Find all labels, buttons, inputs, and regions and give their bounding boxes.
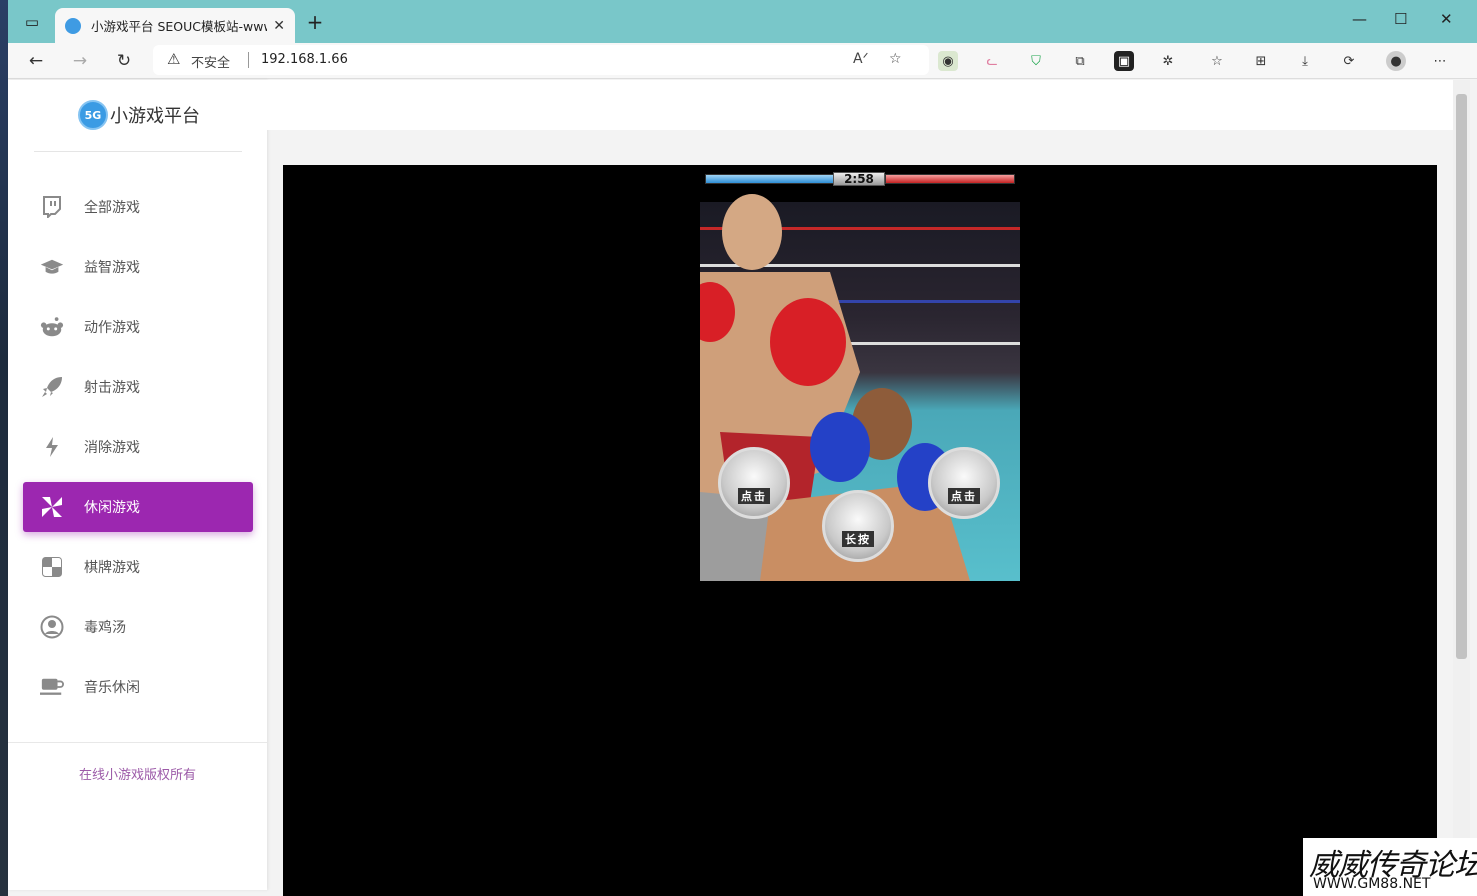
pinwheel-icon	[40, 495, 64, 519]
coffee-icon	[40, 675, 64, 699]
divider	[8, 742, 267, 743]
scrollbar-thumb[interactable]	[1456, 94, 1467, 659]
boxing-game-canvas[interactable]: 2:58 点击 点击 长按	[700, 172, 1020, 581]
logo-text: 小游戏平台	[110, 106, 200, 127]
sidebar-item-music[interactable]: 音乐休闲	[23, 662, 253, 712]
checker-icon	[40, 555, 64, 579]
player-health-bar	[705, 174, 835, 184]
divider	[248, 52, 249, 68]
watermark-url: WWW.GM88.NET	[1313, 876, 1431, 892]
url-text[interactable]: 192.168.1.66	[261, 52, 348, 67]
sidebar-item-board-games[interactable]: 棋牌游戏	[23, 542, 253, 592]
profile-avatar[interactable]: ●	[1386, 51, 1406, 71]
sidebar-item-match-games[interactable]: 消除游戏	[23, 422, 253, 472]
watermark: 威威传奇论坛 WWW.GM88.NET	[1303, 838, 1477, 896]
page-scrollbar[interactable]	[1453, 80, 1470, 896]
maximize-icon[interactable]: ☐	[1394, 10, 1407, 28]
new-tab-icon[interactable]: +	[305, 10, 325, 34]
left-punch-label: 点击	[738, 488, 770, 504]
sidebar-item-label: 全部游戏	[84, 200, 140, 216]
collections-icon[interactable]: ⊞	[1251, 51, 1271, 71]
sidebar-item-shooting-games[interactable]: 射击游戏	[23, 362, 253, 412]
sidebar-item-label: 益智游戏	[84, 260, 140, 276]
tab-title: 小游戏平台 SEOUC模板站-www.s	[91, 19, 268, 34]
more-menu-icon[interactable]: ⋯	[1430, 51, 1450, 71]
sidebar-item-label: 毒鸡汤	[84, 620, 126, 636]
copyright-footer: 在线小游戏版权所有	[78, 768, 196, 783]
extension-game-icon[interactable]: ▣	[1114, 51, 1134, 71]
add-favorite-icon[interactable]: ☆	[889, 51, 902, 67]
right-punch-label: 点击	[948, 488, 980, 504]
user-circle-icon	[40, 615, 64, 639]
game-frame[interactable]: 2:58 点击 点击 长按	[283, 165, 1437, 896]
sidebar-item-action-games[interactable]: 动作游戏	[23, 302, 253, 352]
sidebar-item-label: 消除游戏	[84, 440, 140, 456]
address-bar[interactable]: ⚠ 不安全 192.168.1.66 Aᐟ ☆	[153, 45, 929, 75]
timer-text: 2:58	[833, 172, 885, 186]
divider	[34, 151, 242, 152]
sidebar-item-label: 棋牌游戏	[84, 560, 140, 576]
twitch-icon	[40, 195, 64, 219]
sidebar-item-label: 音乐休闲	[84, 680, 140, 696]
opponent-health-bar	[885, 174, 1015, 184]
site-logo[interactable]: 5G 小游戏平台	[78, 100, 200, 130]
forward-icon[interactable]: →	[69, 50, 91, 72]
sidebar-item-label: 休闲游戏	[84, 500, 140, 516]
web-page: 5G 小游戏平台 全部游戏 益智游戏 动作游戏 射击游戏 消除游戏 休闲游戏 棋…	[8, 80, 1470, 896]
site-favicon-icon	[65, 17, 81, 34]
security-label[interactable]: 不安全	[191, 52, 230, 71]
page-header-strip	[267, 80, 1453, 130]
tab-actions-icon[interactable]: ▭	[22, 12, 42, 32]
extensions-puzzle-icon[interactable]: ✲	[1158, 51, 1178, 71]
logo-badge: 5G	[78, 100, 108, 130]
browser-window: ▭ 小游戏平台 SEOUC模板站-www.s ✕ + — ☐ ✕ ← → ↻ ⚠…	[8, 0, 1477, 896]
block-label: 长按	[842, 531, 874, 547]
block-button[interactable]: 长按	[822, 490, 894, 562]
warning-icon[interactable]: ⚠	[167, 50, 180, 68]
sidebar-item-label: 动作游戏	[84, 320, 140, 336]
reddit-icon	[40, 315, 64, 339]
sidebar-item-puzzle-games[interactable]: 益智游戏	[23, 242, 253, 292]
sidebar-item-label: 射击游戏	[84, 380, 140, 396]
extension-copy-icon[interactable]: ⧉	[1070, 51, 1090, 71]
right-punch-button[interactable]: 点击	[928, 447, 1000, 519]
bolt-icon	[40, 435, 64, 459]
graduation-cap-icon	[40, 255, 64, 279]
download-icon[interactable]: ⤓	[1295, 51, 1315, 71]
back-icon[interactable]: ←	[25, 50, 47, 72]
performance-icon[interactable]: ⟳	[1339, 51, 1359, 71]
close-window-icon[interactable]: ✕	[1440, 10, 1453, 28]
extension-shield-icon[interactable]: ⛉	[1026, 51, 1046, 71]
sidebar-item-all-games[interactable]: 全部游戏	[23, 182, 253, 232]
tab-bar: ▭ 小游戏平台 SEOUC模板站-www.s ✕ + — ☐ ✕	[8, 0, 1477, 43]
extension-cat-icon[interactable]: ᓚ	[982, 51, 1002, 71]
round-timer: 2:58	[705, 172, 1015, 186]
close-tab-icon[interactable]: ✕	[273, 18, 285, 34]
sidebar-item-casual-games[interactable]: 休闲游戏	[23, 482, 253, 532]
refresh-icon[interactable]: ↻	[113, 50, 135, 72]
extension-globe-icon[interactable]: ◉	[938, 51, 958, 71]
rocket-icon	[40, 375, 64, 399]
navigation-bar: ← → ↻ ⚠ 不安全 192.168.1.66 Aᐟ ☆ ◉ ᓚ ⛉ ⧉ ▣ …	[8, 43, 1477, 79]
favorites-icon[interactable]: ☆	[1207, 51, 1227, 71]
desktop-background	[0, 0, 8, 896]
read-aloud-icon[interactable]: Aᐟ	[853, 51, 869, 67]
sidebar-item-chicken-soup[interactable]: 毒鸡汤	[23, 602, 253, 652]
sidebar: 5G 小游戏平台 全部游戏 益智游戏 动作游戏 射击游戏 消除游戏 休闲游戏 棋…	[8, 80, 267, 890]
left-punch-button[interactable]: 点击	[718, 447, 790, 519]
minimize-icon[interactable]: —	[1352, 10, 1367, 28]
browser-tab[interactable]: 小游戏平台 SEOUC模板站-www.s ✕	[55, 8, 295, 43]
